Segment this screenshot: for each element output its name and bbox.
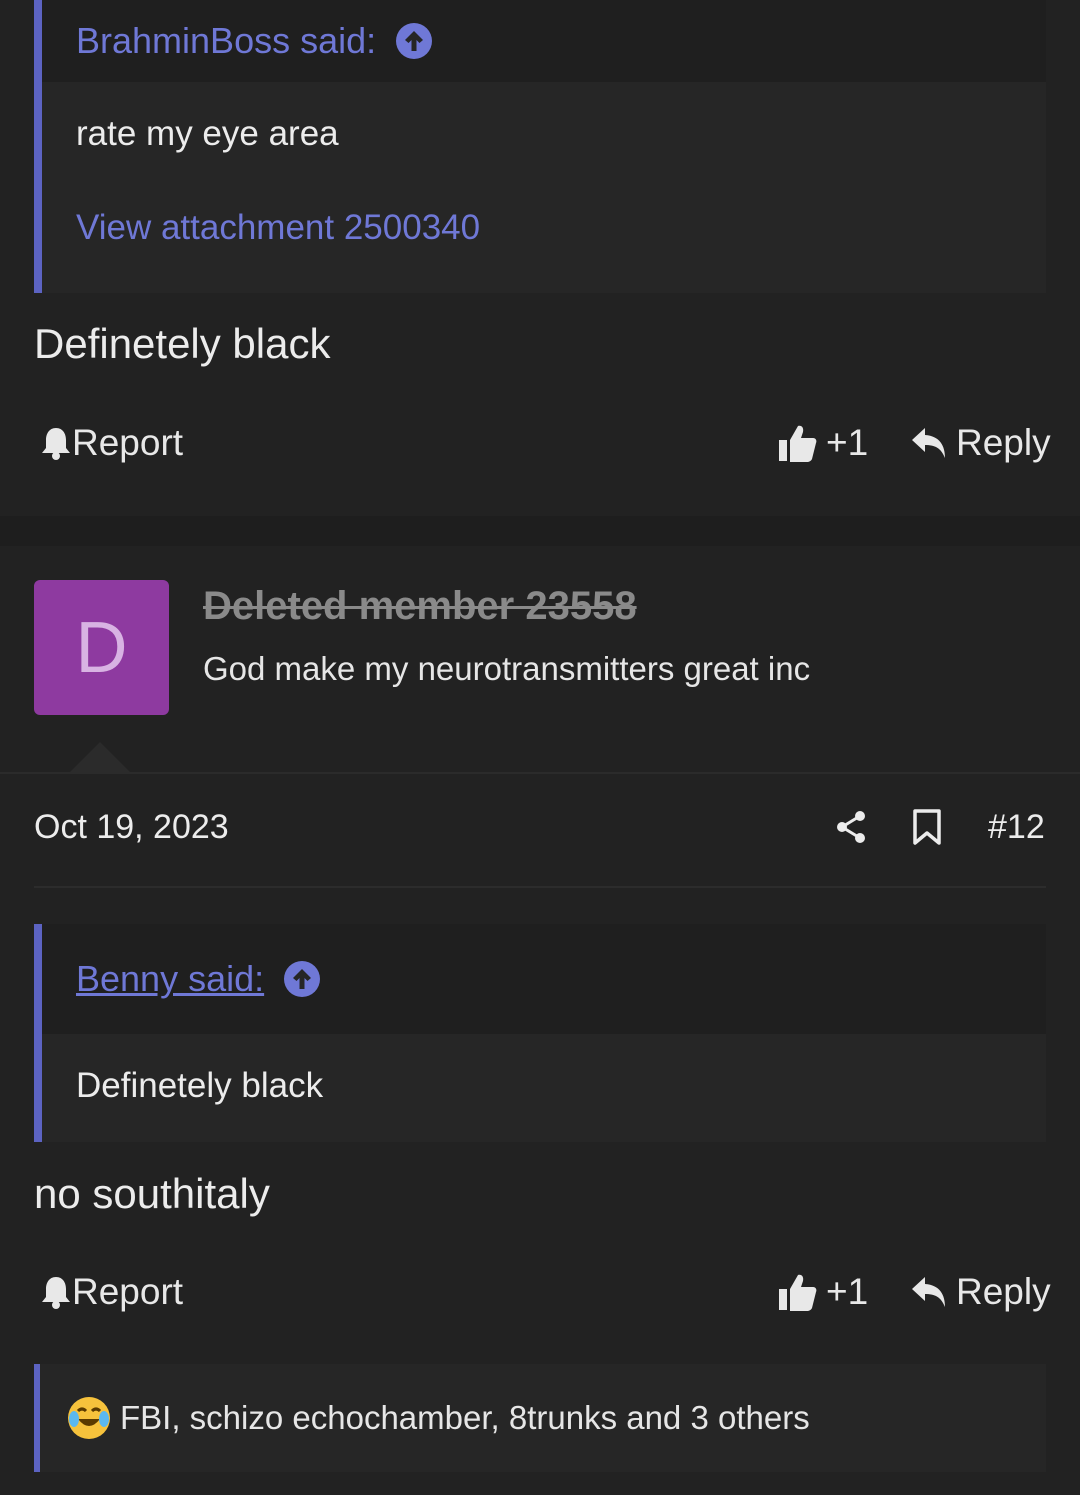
quote-block: Benny said: Definetely black (34, 924, 1046, 1142)
username[interactable]: Deleted member 23558 (203, 584, 637, 629)
arrow-up-icon[interactable] (396, 23, 433, 59)
separator (34, 886, 1046, 888)
like-count: +1 (826, 422, 869, 463)
thumbs-up-icon (779, 1274, 817, 1311)
quote-header: Benny said: (42, 924, 1046, 1034)
report-label: Report (72, 422, 184, 463)
arrow-up-icon[interactable] (284, 961, 321, 997)
post-message: Definetely black (34, 320, 331, 367)
report-button[interactable]: Report (40, 422, 183, 464)
post-message: no southitaly (34, 1170, 270, 1217)
reply-button[interactable]: Reply (910, 422, 1051, 464)
post-number[interactable]: #12 (988, 808, 1045, 847)
reply-label: Reply (956, 1271, 1051, 1312)
post-date[interactable]: Oct 19, 2023 (34, 808, 229, 847)
thumbs-up-icon (779, 425, 817, 462)
quote-author-link[interactable]: Benny said: (76, 958, 264, 1000)
user-title: God make my neurotransmitters great inc (203, 650, 811, 687)
like-button[interactable]: +1 (778, 422, 868, 464)
reply-button[interactable]: Reply (910, 1271, 1051, 1313)
quote-text: rate my eye area (76, 114, 339, 153)
quote-block: BrahminBoss said: rate my eye area View … (34, 0, 1046, 293)
author-arrow (70, 742, 130, 772)
quote-text: Definetely black (76, 1066, 324, 1105)
reactions-text: FBI, schizo echochamber, 8trunks and 3 o… (120, 1399, 810, 1436)
post-divider (0, 516, 1080, 546)
bell-icon (42, 1277, 70, 1309)
share-icon[interactable] (834, 810, 868, 844)
report-label: Report (72, 1271, 184, 1312)
laughing-crying-emoji-icon (68, 1397, 110, 1439)
like-button[interactable]: +1 (778, 1271, 868, 1313)
quote-author-link[interactable]: BrahminBoss said: (76, 20, 376, 62)
reply-icon (912, 428, 945, 458)
reply-icon (912, 1277, 945, 1307)
bookmark-icon[interactable] (912, 808, 942, 846)
report-button[interactable]: Report (40, 1271, 183, 1313)
like-count: +1 (826, 1271, 869, 1312)
avatar[interactable]: D (34, 580, 169, 715)
reply-label: Reply (956, 422, 1051, 463)
bell-icon (42, 428, 70, 460)
quote-header: BrahminBoss said: (42, 0, 1046, 82)
reactions-bar[interactable]: FBI, schizo echochamber, 8trunks and 3 o… (34, 1364, 1046, 1472)
attachment-link[interactable]: View attachment 2500340 (76, 208, 480, 247)
